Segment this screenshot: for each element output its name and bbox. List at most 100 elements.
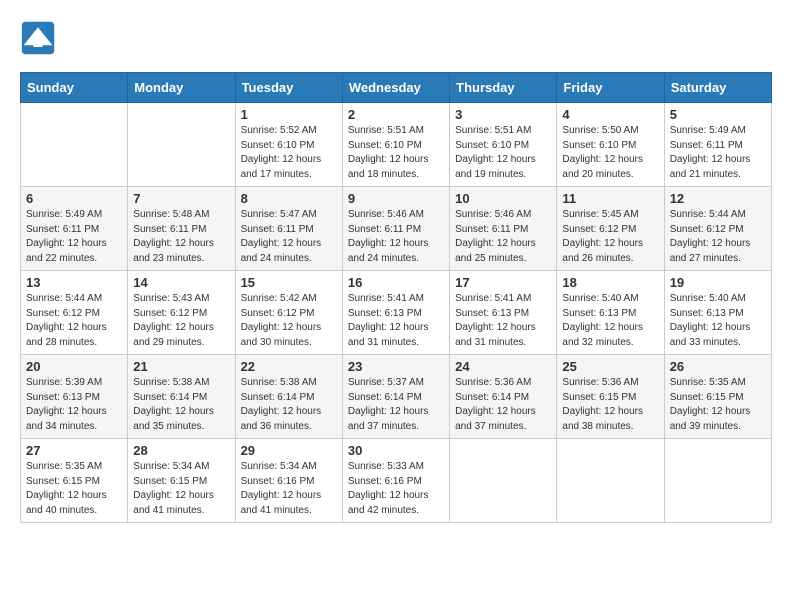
- day-number: 15: [241, 275, 337, 290]
- calendar-cell: 13Sunrise: 5:44 AM Sunset: 6:12 PM Dayli…: [21, 271, 128, 355]
- calendar-cell: 8 Sunrise: 5:47 AM Sunset: 6:11 PM Daylig…: [235, 187, 342, 271]
- day-number: 12: [670, 191, 766, 206]
- day-number: 29: [241, 443, 337, 458]
- day-info: Sunrise: 5:40 AM Sunset: 6:13 PM Dayligh…: [670, 292, 766, 350]
- calendar-cell: 17 Sunrise: 5:41 AM Sunset: 6:13 PM Dayli…: [450, 271, 557, 355]
- day-info: Sunrise: 5:39 AM Sunset: 6:13 PM Dayligh…: [26, 376, 122, 434]
- calendar-cell: 23 Sunrise: 5:37 AM Sunset: 6:14 PM Dayli…: [342, 355, 449, 439]
- logo: [20, 20, 60, 56]
- day-info: Sunrise: 5:43 AM Sunset: 6:12 PM Dayligh…: [133, 292, 229, 350]
- calendar-cell: 18 Sunrise: 5:40 AM Sunset: 6:13 PM Dayli…: [557, 271, 664, 355]
- weekday-header-monday: Monday: [128, 73, 235, 103]
- day-info: Sunrise: 5:37 AM Sunset: 6:14 PM Dayligh…: [348, 376, 444, 434]
- day-number: 25: [562, 359, 658, 374]
- page: SundayMondayTuesdayWednesdayThursdayFrid…: [0, 0, 792, 533]
- day-number: 5: [670, 107, 766, 122]
- day-number: 23: [348, 359, 444, 374]
- calendar-cell: 16 Sunrise: 5:41 AM Sunset: 6:13 PM Dayli…: [342, 271, 449, 355]
- weekday-header-wednesday: Wednesday: [342, 73, 449, 103]
- day-info: Sunrise: 5:47 AM Sunset: 6:11 PM Dayligh…: [241, 208, 337, 266]
- week-row-4: 27 Sunrise: 5:35 AM Sunset: 6:15 PM Dayli…: [21, 439, 772, 523]
- day-number: 18: [562, 275, 658, 290]
- day-number: 10: [455, 191, 551, 206]
- calendar-cell: 22 Sunrise: 5:38 AM Sunset: 6:14 PM Dayli…: [235, 355, 342, 439]
- day-info: Sunrise: 5:34 AM Sunset: 6:15 PM Dayligh…: [133, 460, 229, 518]
- day-info: Sunrise: 5:49 AM Sunset: 6:11 PM Dayligh…: [26, 208, 122, 266]
- week-row-3: 20 Sunrise: 5:39 AM Sunset: 6:13 PM Dayli…: [21, 355, 772, 439]
- weekday-header-thursday: Thursday: [450, 73, 557, 103]
- day-number: 16: [348, 275, 444, 290]
- calendar-cell: 1 Sunrise: 5:52 AM Sunset: 6:10 PM Daylig…: [235, 103, 342, 187]
- day-number: 24: [455, 359, 551, 374]
- day-number: 30: [348, 443, 444, 458]
- calendar-table: SundayMondayTuesdayWednesdayThursdayFrid…: [20, 72, 772, 523]
- weekday-header-sunday: Sunday: [21, 73, 128, 103]
- day-number: 19: [670, 275, 766, 290]
- day-info: Sunrise: 5:33 AM Sunset: 6:16 PM Dayligh…: [348, 460, 444, 518]
- day-info: Sunrise: 5:38 AM Sunset: 6:14 PM Dayligh…: [241, 376, 337, 434]
- day-info: Sunrise: 5:49 AM Sunset: 6:11 PM Dayligh…: [670, 124, 766, 182]
- day-info: Sunrise: 5:34 AM Sunset: 6:16 PM Dayligh…: [241, 460, 337, 518]
- day-number: 9: [348, 191, 444, 206]
- day-info: Sunrise: 5:48 AM Sunset: 6:11 PM Dayligh…: [133, 208, 229, 266]
- logo-icon: [20, 20, 56, 56]
- weekday-header-saturday: Saturday: [664, 73, 771, 103]
- day-info: Sunrise: 5:35 AM Sunset: 6:15 PM Dayligh…: [670, 376, 766, 434]
- day-info: Sunrise: 5:46 AM Sunset: 6:11 PM Dayligh…: [348, 208, 444, 266]
- day-number: 11: [562, 191, 658, 206]
- day-number: 8: [241, 191, 337, 206]
- calendar-cell: 15 Sunrise: 5:42 AM Sunset: 6:12 PM Dayli…: [235, 271, 342, 355]
- week-row-1: 6 Sunrise: 5:49 AM Sunset: 6:11 PM Daylig…: [21, 187, 772, 271]
- day-info: Sunrise: 5:35 AM Sunset: 6:15 PM Dayligh…: [26, 460, 122, 518]
- day-number: 17: [455, 275, 551, 290]
- weekday-header-tuesday: Tuesday: [235, 73, 342, 103]
- day-number: 4: [562, 107, 658, 122]
- day-info: Sunrise: 5:44 AM Sunset: 6:12 PM Dayligh…: [670, 208, 766, 266]
- day-info: Sunrise: 5:36 AM Sunset: 6:14 PM Dayligh…: [455, 376, 551, 434]
- day-number: 26: [670, 359, 766, 374]
- day-number: 1: [241, 107, 337, 122]
- calendar-cell: 7Sunrise: 5:48 AM Sunset: 6:11 PM Daylig…: [128, 187, 235, 271]
- day-info: Sunrise: 5:41 AM Sunset: 6:13 PM Dayligh…: [455, 292, 551, 350]
- day-info: Sunrise: 5:40 AM Sunset: 6:13 PM Dayligh…: [562, 292, 658, 350]
- calendar-cell: 4 Sunrise: 5:50 AM Sunset: 6:10 PM Daylig…: [557, 103, 664, 187]
- calendar-cell: 2Sunrise: 5:51 AM Sunset: 6:10 PM Daylig…: [342, 103, 449, 187]
- day-info: Sunrise: 5:44 AM Sunset: 6:12 PM Dayligh…: [26, 292, 122, 350]
- day-info: Sunrise: 5:41 AM Sunset: 6:13 PM Dayligh…: [348, 292, 444, 350]
- day-number: 28: [133, 443, 229, 458]
- day-info: Sunrise: 5:45 AM Sunset: 6:12 PM Dayligh…: [562, 208, 658, 266]
- day-number: 22: [241, 359, 337, 374]
- day-number: 3: [455, 107, 551, 122]
- calendar-cell: [128, 103, 235, 187]
- day-info: Sunrise: 5:42 AM Sunset: 6:12 PM Dayligh…: [241, 292, 337, 350]
- calendar-cell: 19 Sunrise: 5:40 AM Sunset: 6:13 PM Dayli…: [664, 271, 771, 355]
- day-info: Sunrise: 5:52 AM Sunset: 6:10 PM Dayligh…: [241, 124, 337, 182]
- calendar-cell: 11 Sunrise: 5:45 AM Sunset: 6:12 PM Dayli…: [557, 187, 664, 271]
- calendar-cell: 30 Sunrise: 5:33 AM Sunset: 6:16 PM Dayli…: [342, 439, 449, 523]
- calendar-cell: 24 Sunrise: 5:36 AM Sunset: 6:14 PM Dayli…: [450, 355, 557, 439]
- calendar-cell: 10 Sunrise: 5:46 AM Sunset: 6:11 PM Dayli…: [450, 187, 557, 271]
- calendar-cell: 14Sunrise: 5:43 AM Sunset: 6:12 PM Dayli…: [128, 271, 235, 355]
- header: [20, 20, 772, 56]
- calendar-cell: 12 Sunrise: 5:44 AM Sunset: 6:12 PM Dayli…: [664, 187, 771, 271]
- day-number: 27: [26, 443, 122, 458]
- calendar-cell: 27 Sunrise: 5:35 AM Sunset: 6:15 PM Dayli…: [21, 439, 128, 523]
- day-info: Sunrise: 5:51 AM Sunset: 6:10 PM Dayligh…: [455, 124, 551, 182]
- calendar-cell: [557, 439, 664, 523]
- day-number: 21: [133, 359, 229, 374]
- week-row-0: 1 Sunrise: 5:52 AM Sunset: 6:10 PM Daylig…: [21, 103, 772, 187]
- calendar-cell: 29 Sunrise: 5:34 AM Sunset: 6:16 PM Dayli…: [235, 439, 342, 523]
- day-number: 20: [26, 359, 122, 374]
- week-row-2: 13Sunrise: 5:44 AM Sunset: 6:12 PM Dayli…: [21, 271, 772, 355]
- calendar-cell: 21 Sunrise: 5:38 AM Sunset: 6:14 PM Dayli…: [128, 355, 235, 439]
- calendar-cell: 5 Sunrise: 5:49 AM Sunset: 6:11 PM Daylig…: [664, 103, 771, 187]
- calendar-cell: 28 Sunrise: 5:34 AM Sunset: 6:15 PM Dayli…: [128, 439, 235, 523]
- day-info: Sunrise: 5:46 AM Sunset: 6:11 PM Dayligh…: [455, 208, 551, 266]
- calendar-cell: [21, 103, 128, 187]
- day-info: Sunrise: 5:36 AM Sunset: 6:15 PM Dayligh…: [562, 376, 658, 434]
- day-info: Sunrise: 5:38 AM Sunset: 6:14 PM Dayligh…: [133, 376, 229, 434]
- day-number: 6: [26, 191, 122, 206]
- day-info: Sunrise: 5:50 AM Sunset: 6:10 PM Dayligh…: [562, 124, 658, 182]
- calendar-cell: 9 Sunrise: 5:46 AM Sunset: 6:11 PM Daylig…: [342, 187, 449, 271]
- weekday-header-friday: Friday: [557, 73, 664, 103]
